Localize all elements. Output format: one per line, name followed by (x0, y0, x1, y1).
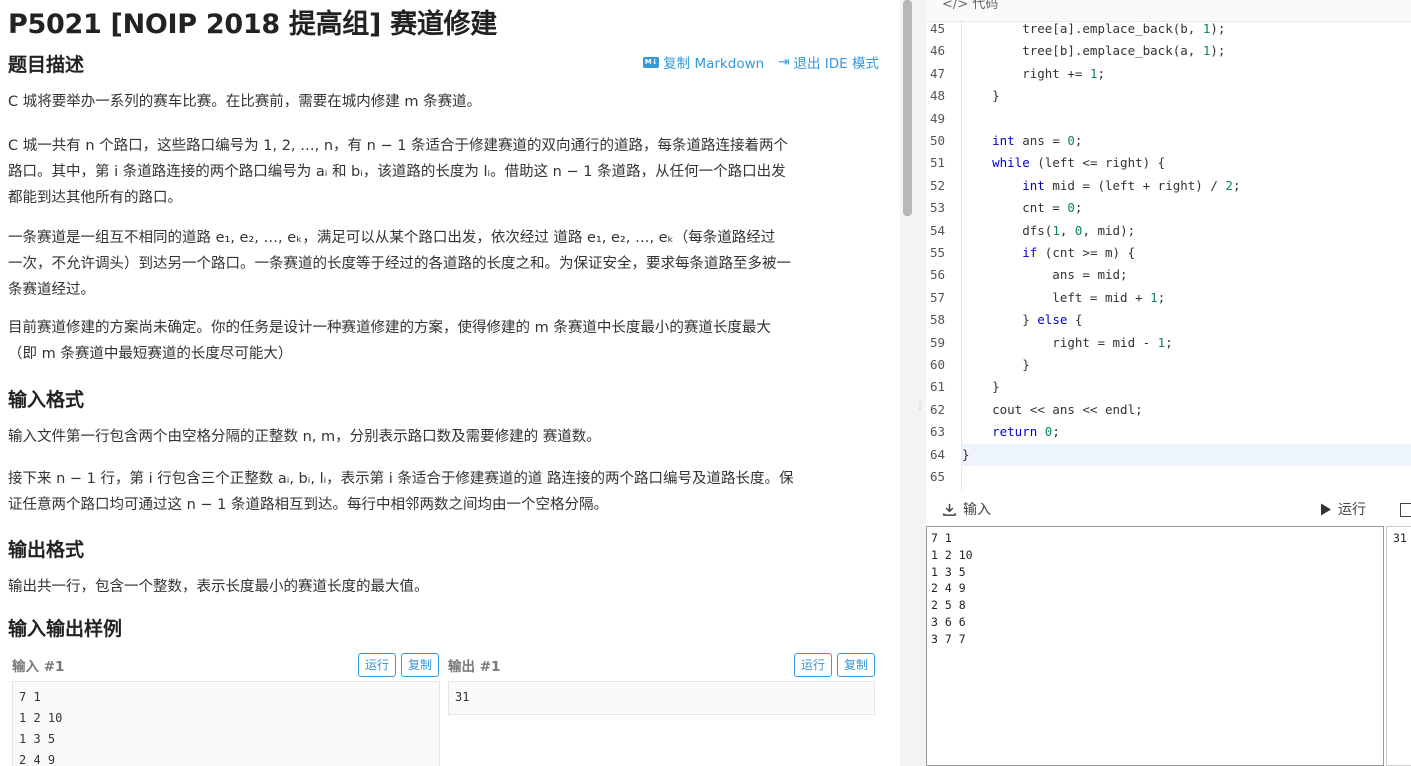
sample-output-copy-button[interactable]: 复制 (837, 653, 876, 677)
problem-title: P5021 [NOIP 2018 提高组] 赛道修建 (8, 9, 497, 40)
code-line[interactable]: } else { (962, 309, 1411, 331)
code-line[interactable]: tree[b].emplace_back(a, 1); (962, 40, 1411, 62)
desc-paragraph-4: 目前赛道修建的方案尚未确定。你的任务是设计一种赛道修建的方案，使得修建的 m 条… (8, 315, 878, 367)
line-number: 52 (930, 177, 946, 193)
code-line[interactable]: } (962, 354, 1411, 376)
desc-paragraph-3: 一条赛道是一组互不相同的道路 e₁, e₂, …, eₖ，满足可以从某个路口出发… (8, 225, 878, 303)
code-line[interactable]: cout << ans << endl; (962, 399, 1411, 421)
sample-heading: 输入输出样例 (8, 618, 123, 640)
desc-paragraph-2-line-3: 都能到达其他所有的路口。 (8, 190, 182, 206)
code-icon: </> (942, 0, 969, 12)
line-number: 65 (930, 469, 946, 484)
code-line[interactable]: return 0; (962, 421, 1411, 443)
line-number: 54 (930, 222, 946, 238)
input-paragraph-2: 接下来 n − 1 行，第 i 行包含三个正整数 aᵢ, bᵢ, lᵢ，表示第 … (8, 466, 878, 518)
line-number: 60 (930, 357, 946, 372)
sample-input-label: 输入 #1 (12, 659, 65, 675)
input-format-heading: 输入格式 (8, 389, 85, 411)
run-button[interactable]: 运行 (1320, 499, 1366, 519)
sample-input-box: 7 1 1 2 10 1 3 5 2 4 9 (12, 681, 440, 766)
line-number: 59 (930, 334, 946, 350)
code-line[interactable] (962, 108, 1411, 130)
code-line[interactable]: if (cnt >= m) { (962, 242, 1411, 264)
problem-actions: M↓ 复制 Markdown ⇥ 退出 IDE 模式 (643, 52, 879, 72)
desc-paragraph-2-line-2: 路口。其中，第 i 条道路连接的两个路口编号为 aᵢ 和 bᵢ，该道路的长度为 … (8, 164, 786, 180)
desc-paragraph-3-line-3: 条赛道经过。 (8, 282, 95, 298)
code-line[interactable]: int mid = (left + right) / 2; (962, 175, 1411, 197)
ide-input-textarea[interactable]: 7 1 1 2 10 1 3 5 2 4 9 2 5 8 3 6 6 3 7 7 (926, 526, 1384, 766)
line-number: 53 (930, 200, 946, 216)
line-number: 51 (930, 155, 946, 171)
sample-input-run-button[interactable]: 运行 (358, 653, 397, 677)
ide-panel: </> 代码 45 46 47 48 49 50 51 52 53 54 55 56 57 58 59 60 6… (926, 0, 1411, 766)
code-line[interactable] (962, 466, 1411, 488)
line-number: 45 (930, 21, 946, 36)
line-number: 48 (930, 88, 946, 104)
line-number: 62 (930, 401, 946, 417)
line-number: 57 (930, 289, 946, 305)
input-paragraph-2-line-2: 证任意两个路口均可通过这 n − 1 条道路相互到达。每行中相邻两数之间均由一个… (8, 497, 608, 513)
code-line[interactable]: } (962, 376, 1411, 398)
sample-input-copy-button[interactable]: 复制 (401, 653, 440, 677)
sample-output-box: 31 (448, 681, 875, 715)
desc-paragraph-4-line-1: 目前赛道修建的方案尚未确定。你的任务是设计一种赛道修建的方案，使得修建的 m 条… (8, 320, 771, 336)
download-icon (943, 503, 956, 516)
desc-paragraph-2-line-1: C 城一共有 n 个路口，这些路口编号为 1, 2, …, n，有 n − 1 … (8, 138, 789, 154)
code-header-label: 代码 (972, 0, 999, 12)
code-line[interactable]: while (left <= right) { (962, 152, 1411, 174)
output-format-heading: 输出格式 (8, 539, 85, 561)
code-line[interactable]: cnt = 0; (962, 197, 1411, 219)
panel-splitter[interactable]: ⋮⋮ (900, 0, 935, 766)
code-line[interactable]: right += 1; (962, 63, 1411, 85)
input-paragraph-1: 输入文件第一行包含两个由空格分隔的正整数 n, m，分别表示路口数及需要修建的 … (8, 429, 601, 445)
code-line[interactable]: right = mid - 1; (962, 332, 1411, 354)
scrollbar-thumb[interactable] (903, 0, 912, 216)
output-paragraph: 输出共一行，包含一个整数，表示长度最小的赛道长度的最大值。 (8, 579, 429, 595)
line-number: 64 (930, 446, 946, 462)
code-line[interactable]: ans = mid; (962, 264, 1411, 286)
line-number: 55 (930, 245, 946, 260)
description-heading: 题目描述 (8, 54, 85, 76)
markdown-icon: M↓ (643, 56, 660, 68)
line-number: 46 (930, 43, 946, 59)
line-number: 49 (930, 110, 946, 126)
code-line[interactable]: } (962, 85, 1411, 107)
line-number: 63 (930, 424, 946, 440)
sample-output-run-button[interactable]: 运行 (794, 653, 833, 677)
play-icon (1321, 503, 1331, 515)
io-toolbar: 输入 运行 (926, 495, 1411, 523)
code-line[interactable]: tree[a].emplace_back(b, 1); (962, 18, 1411, 40)
sample-output-label: 输出 #1 (448, 659, 501, 675)
line-number-gutter: 45 46 47 48 49 50 51 52 53 54 55 56 57 58 59 60 61 62 63 64… (926, 21, 962, 490)
line-number: 47 (930, 65, 946, 81)
ide-output-area: 31 (1386, 526, 1411, 766)
copy-markdown-button[interactable]: M↓ 复制 Markdown (643, 52, 764, 72)
desc-paragraph-3-line-2: 一次，不允许调头）到达另一个路口。一条赛道的长度等于经过的各道路的长度之和。为保… (8, 256, 791, 272)
exit-icon: ⇥ (778, 54, 790, 70)
code-line[interactable]: dfs(1, 0, mid); (962, 220, 1411, 242)
desc-paragraph-3-line-1: 一条赛道是一组互不相同的道路 e₁, e₂, …, eₖ，满足可以从某个路口出发… (8, 230, 776, 246)
desc-paragraph-2: C 城一共有 n 个路口，这些路口编号为 1, 2, …, n，有 n − 1 … (8, 133, 878, 211)
desc-paragraph-4-line-2: （即 m 条赛道中最短赛道的长度尽可能大） (8, 346, 293, 362)
code-line[interactable]: int ans = 0; (962, 130, 1411, 152)
code-line[interactable]: } (962, 443, 1411, 466)
exit-ide-button[interactable]: ⇥ 退出 IDE 模式 (778, 52, 879, 72)
input-tab[interactable]: 输入 (942, 499, 991, 519)
exit-ide-label: 退出 IDE 模式 (793, 56, 880, 72)
run-button-label: 运行 (1338, 502, 1366, 518)
code-line[interactable]: left = mid + 1; (962, 287, 1411, 309)
line-number: 58 (930, 312, 946, 328)
desc-paragraph-1: C 城将要举办一系列的赛车比赛。在比赛前，需要在城内修建 m 条赛道。 (8, 94, 482, 110)
input-tab-label: 输入 (963, 502, 991, 518)
line-number: 56 (930, 267, 946, 283)
line-number: 50 (930, 133, 946, 148)
submit-icon[interactable] (1400, 503, 1411, 517)
code-editor[interactable]: tree[a].emplace_back(b, 1); tree[b].empl… (962, 21, 1411, 490)
line-number: 61 (930, 379, 946, 395)
problem-panel: P5021 [NOIP 2018 提高组] 赛道修建 题目描述 M↓ 复制 Ma… (0, 0, 900, 766)
copy-markdown-label: 复制 Markdown (663, 56, 765, 72)
input-paragraph-2-line-1: 接下来 n − 1 行，第 i 行包含三个正整数 aᵢ, bᵢ, lᵢ，表示第 … (8, 471, 794, 487)
